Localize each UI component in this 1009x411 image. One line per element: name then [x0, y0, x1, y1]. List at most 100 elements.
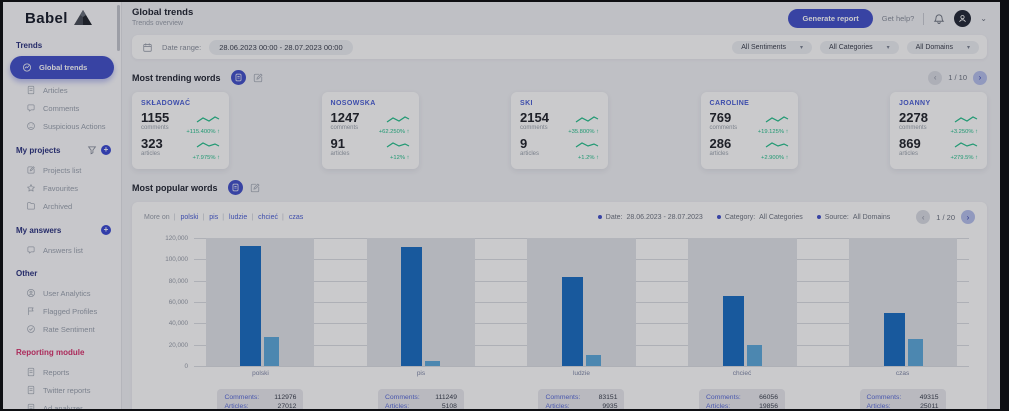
- sentiments-dropdown[interactable]: All Sentiments ▾: [732, 41, 812, 54]
- categories-dropdown-value: All Categories: [829, 44, 873, 51]
- sidebar-item-rate-sentiment[interactable]: Rate Sentiment: [3, 320, 121, 338]
- trending-prev-button[interactable]: ‹: [928, 71, 942, 85]
- sidebar-item-articles[interactable]: Articles: [3, 81, 121, 99]
- articles-label: articles: [710, 151, 732, 157]
- sparkline-icon: [954, 115, 978, 124]
- bullet-icon: [598, 215, 602, 219]
- favourites-icon: [26, 183, 36, 193]
- meta-category: Category: All Categories: [717, 214, 803, 221]
- trending-card[interactable]: NOSOWSKA 1247 comments +62.250% ↑ 91 art…: [322, 92, 419, 169]
- articles-count: 286: [710, 137, 732, 150]
- comments-bar[interactable]: [884, 313, 905, 366]
- comments-change: +62.250% ↑: [379, 129, 410, 135]
- sidebar-item-suspicious-actions[interactable]: Suspicious Actions: [3, 117, 121, 135]
- articles-bar[interactable]: [425, 361, 440, 366]
- bell-icon[interactable]: [933, 13, 945, 25]
- comments-count: 2154: [520, 111, 549, 124]
- sidebar-item-flagged-profiles[interactable]: Flagged Profiles: [3, 302, 121, 320]
- chart-group: [206, 238, 314, 366]
- comments-change: +3.250% ↑: [950, 129, 978, 135]
- sidebar-item-reports[interactable]: Reports: [3, 363, 121, 381]
- section-label: Reporting module: [16, 348, 84, 357]
- sidebar-item-projects-list[interactable]: Projects list: [3, 161, 121, 179]
- trending-word: CAROLINE: [710, 100, 789, 107]
- bullet-icon: [717, 215, 721, 219]
- comments-bar[interactable]: [562, 277, 583, 366]
- edit-icon[interactable]: [252, 72, 264, 84]
- popular-next-button[interactable]: ›: [961, 210, 975, 224]
- trending-next-button[interactable]: ›: [973, 71, 987, 85]
- trending-section-header: Most trending words ‹ 1 / 10 ›: [132, 70, 987, 85]
- trending-card[interactable]: SKŁADOWAĆ 1155 comments +115.400% ↑ 323 …: [132, 92, 229, 169]
- sidebar-item-favourites[interactable]: Favourites: [3, 179, 121, 197]
- y-tick: 80,000: [146, 278, 188, 285]
- popular-prev-button[interactable]: ‹: [916, 210, 930, 224]
- sidebar-item-twitter-reports[interactable]: Twitter reports: [3, 381, 121, 399]
- trending-card[interactable]: SKI 2154 comments +35.800% ↑ 9 articles …: [511, 92, 608, 169]
- comments-change: +19.125% ↑: [758, 129, 789, 135]
- articles-change: +12% ↑: [386, 155, 410, 161]
- articles-count: 869: [899, 137, 921, 150]
- sidebar-item-archived[interactable]: Archived: [3, 197, 121, 215]
- y-tick: 40,000: [146, 320, 188, 327]
- word-link[interactable]: ludzie: [222, 214, 247, 221]
- articles-bar[interactable]: [586, 355, 601, 366]
- word-link[interactable]: chcieć: [251, 214, 278, 221]
- domains-dropdown[interactable]: All Domains ▾: [907, 41, 979, 54]
- articles-label: articles: [899, 151, 921, 157]
- sidebar-scrollbar[interactable]: [117, 5, 120, 51]
- popular-section-header: Most popular words: [132, 180, 987, 195]
- sidebar-item-user-analytics[interactable]: User Analytics: [3, 284, 121, 302]
- report-word-icon[interactable]: [231, 70, 246, 85]
- stat-box: Comments:112976 Articles:27012: [217, 389, 303, 409]
- word-link[interactable]: czas: [282, 214, 303, 221]
- logo-text: Babel: [25, 10, 68, 27]
- comments-bar[interactable]: [723, 296, 744, 366]
- stat-box: Comments:49315 Articles:25011: [860, 389, 946, 409]
- sparkline-icon: [575, 141, 599, 150]
- sparkline-icon: [954, 141, 978, 150]
- categories-dropdown[interactable]: All Categories ▾: [820, 41, 899, 54]
- sidebar-item-label: Global trends: [39, 63, 87, 72]
- y-tick: 60,000: [146, 299, 188, 306]
- report-word-icon[interactable]: [228, 180, 243, 195]
- articles-count: 323: [141, 137, 163, 150]
- sidebar-item-comments[interactable]: Comments: [3, 99, 121, 117]
- filter-bar: Date range: 28.06.2023 00:00 - 28.07.202…: [132, 35, 987, 59]
- trending-card[interactable]: CAROLINE 769 comments +19.125% ↑ 286 art…: [701, 92, 798, 169]
- reports-icon: [26, 367, 36, 377]
- comments-label: comments: [710, 125, 738, 131]
- comments-bar[interactable]: [401, 247, 422, 366]
- calendar-icon: [142, 42, 153, 53]
- articles-change: +7.975% ↑: [192, 155, 220, 161]
- get-help-link[interactable]: Get help?: [882, 14, 915, 23]
- sidebar-item-ad-analyzer[interactable]: Ad analyzer: [3, 399, 121, 409]
- chart-group: [367, 238, 475, 366]
- add-project-button[interactable]: +: [101, 145, 111, 155]
- add-answer-button[interactable]: +: [101, 225, 111, 235]
- articles-bar[interactable]: [747, 345, 762, 366]
- sparkline-icon: [386, 141, 410, 150]
- sidebar-item-answers-list[interactable]: Answers list: [3, 241, 121, 259]
- sidebar-item-label: Answers list: [43, 246, 83, 255]
- date-range-value[interactable]: 28.06.2023 00:00 - 28.07.2023 00:00: [209, 40, 352, 55]
- sidebar-item-global-trends[interactable]: Global trends: [10, 56, 114, 79]
- section-label: Trends: [16, 41, 42, 50]
- more-on-label: More on: [144, 214, 170, 221]
- word-link[interactable]: polski: [174, 214, 199, 221]
- sidebar-section-my-projects: My projects +: [3, 145, 121, 155]
- avatar[interactable]: [954, 10, 971, 27]
- sparkline-icon: [196, 141, 220, 150]
- trending-card[interactable]: JOANNY 2278 comments +3.250% ↑ 869 artic…: [890, 92, 987, 169]
- word-link[interactable]: pis: [202, 214, 218, 221]
- generate-report-button[interactable]: Generate report: [788, 9, 872, 28]
- articles-label: articles: [141, 151, 163, 157]
- articles-bar[interactable]: [264, 337, 279, 366]
- comments-bar[interactable]: [240, 246, 261, 367]
- edit-icon[interactable]: [249, 182, 261, 194]
- articles-bar[interactable]: [908, 339, 923, 366]
- trending-cards: SKŁADOWAĆ 1155 comments +115.400% ↑ 323 …: [132, 92, 987, 169]
- chevron-down-icon[interactable]: ⌄: [980, 14, 987, 23]
- manage-projects-icon[interactable]: [87, 145, 97, 155]
- mountain-logo-icon: [73, 9, 93, 27]
